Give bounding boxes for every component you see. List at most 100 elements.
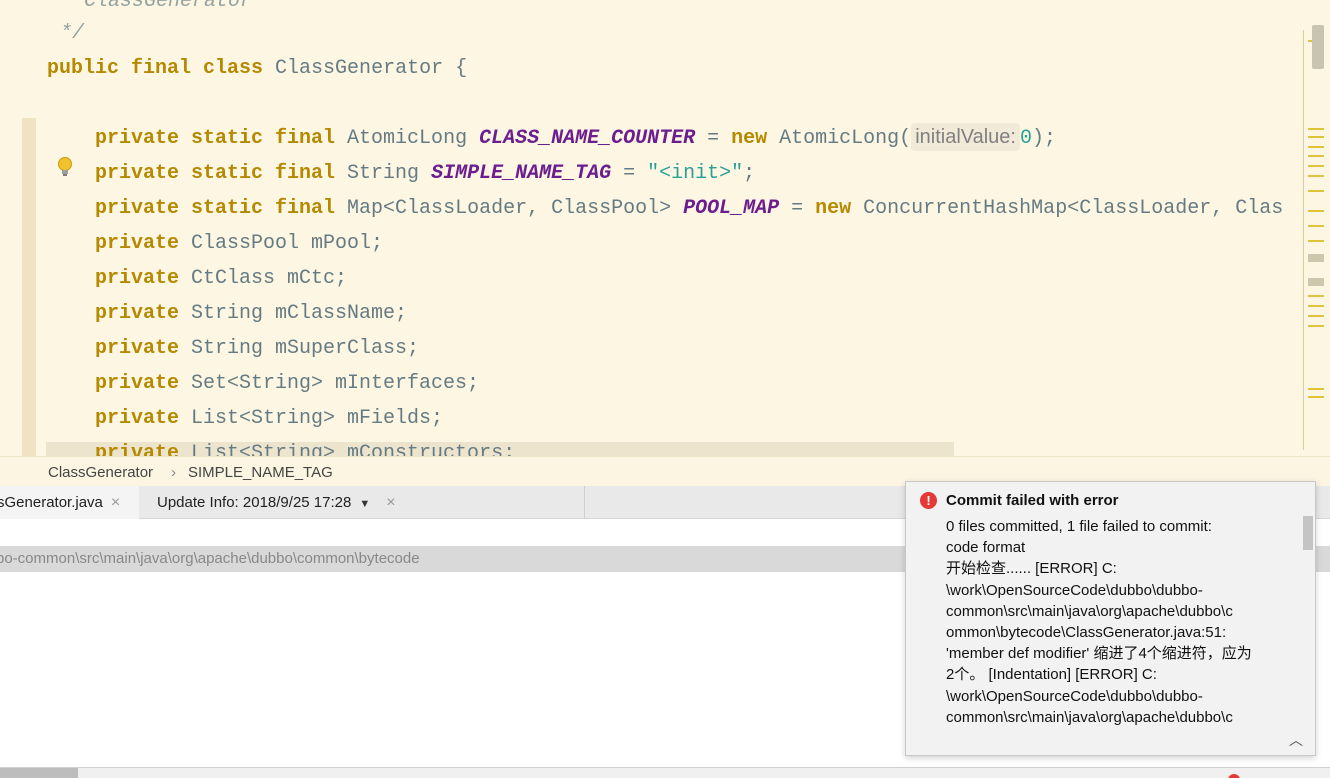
code-line-name-tag: private static final String SIMPLE_NAME_…: [0, 156, 755, 191]
commit-error-notification[interactable]: ! Commit failed with error 0 files commi…: [905, 481, 1316, 756]
code-token: * ClassGenerator: [48, 0, 253, 13]
tab-label: Update Info: 2018/9/25 17:28: [157, 494, 352, 511]
notification-scrollbar[interactable]: [1303, 516, 1313, 550]
code-token: private: [95, 267, 192, 290]
notification-line: \work\OpenSourceCode\dubbo\dubbo-: [946, 581, 1203, 599]
code-token: private: [95, 407, 192, 430]
notification-line: \work\OpenSourceCode\dubbo\dubbo-: [946, 687, 1203, 705]
code-token: String mSuperClass;: [191, 337, 420, 360]
stripe-mark[interactable]: [1308, 190, 1324, 192]
code-line-counter: private static final AtomicLong CLASS_NA…: [0, 121, 1056, 156]
code-token: AtomicLong: [347, 127, 480, 150]
code-token: new: [731, 127, 780, 150]
stripe-mark[interactable]: [1308, 396, 1324, 398]
notification-line: ommon\bytecode\ClassGenerator.java:51:: [946, 624, 1227, 642]
code-editor[interactable]: * ClassGenerator */ public final class C…: [0, 0, 1330, 456]
code-token: 0: [1020, 127, 1033, 150]
code-token: SIMPLE_NAME_TAG: [431, 162, 612, 185]
breadcrumb-member[interactable]: SIMPLE_NAME_TAG: [188, 464, 333, 481]
code-token: private: [95, 372, 192, 395]
stripe-mark[interactable]: [1308, 175, 1324, 177]
editor-scrollbar[interactable]: [1312, 25, 1324, 69]
code-token: );: [1032, 127, 1057, 150]
code-token: List<String> mFields;: [191, 407, 444, 430]
stripe-mark[interactable]: [1308, 210, 1324, 212]
tab-update-info[interactable]: Update Info: 2018/9/25 17:28 ▼ ×: [157, 486, 396, 519]
notification-line: 0 files committed, 1 file failed to comm…: [946, 518, 1212, 535]
code-token: private static final: [95, 127, 348, 150]
directory-path: bo-common\src\main\java\org\apache\dubbo…: [0, 550, 420, 567]
code-token: List<String> mConstructors;: [191, 442, 516, 456]
stripe-mark[interactable]: [1308, 146, 1324, 148]
parameter-hint: initialValue:: [911, 123, 1020, 151]
code-line-constructors: private List<String> mConstructors;: [0, 436, 515, 456]
code-token: Set<String> mInterfaces;: [191, 372, 480, 395]
code-token: ClassGenerator {: [275, 57, 468, 80]
code-token: =: [779, 197, 816, 220]
stripe-mark[interactable]: [1308, 305, 1324, 307]
code-token: private: [95, 232, 192, 255]
close-icon[interactable]: ×: [111, 494, 120, 511]
stripe-mark[interactable]: [1308, 240, 1324, 242]
stripe-mark[interactable]: [1308, 155, 1324, 157]
code-token: ClassPool mPool;: [191, 232, 384, 255]
code-line-superclass: private String mSuperClass;: [0, 331, 419, 366]
notification-line: common\src\main\java\org\apache\dubbo\c: [946, 602, 1233, 620]
error-icon: !: [920, 492, 937, 509]
breadcrumb-separator: ›: [171, 464, 176, 481]
code-token: */: [48, 22, 85, 45]
code-token: String: [347, 162, 432, 185]
stripe-mark[interactable]: [1308, 254, 1324, 262]
code-token: CLASS_NAME_COUNTER: [479, 127, 696, 150]
code-token: private: [95, 442, 192, 456]
chevron-down-icon[interactable]: ▼: [359, 498, 370, 510]
code-token: private: [95, 337, 192, 360]
stripe-mark[interactable]: [1308, 136, 1324, 138]
margin-guide: [1303, 30, 1304, 450]
event-log-error-icon[interactable]: [1228, 774, 1240, 778]
notification-line: code format: [946, 539, 1026, 557]
stripe-mark[interactable]: [1308, 225, 1324, 227]
tab-class-generator[interactable]: sGenerator.java ×: [0, 486, 139, 519]
code-token: new: [815, 197, 864, 220]
notification-body: 0 files committed, 1 file failed to comm…: [946, 516, 1294, 726]
code-token: =: [611, 162, 648, 185]
code-line-comment-end: */: [0, 16, 84, 51]
code-token: CtClass mCtc;: [191, 267, 348, 290]
notification-title: Commit failed with error: [946, 492, 1119, 509]
code-token: private static final: [95, 162, 348, 185]
code-token: =: [695, 127, 732, 150]
tab-divider: [584, 486, 585, 519]
notification-line: 'member def modifier' 缩进了4个缩进符，应为: [946, 645, 1252, 663]
breadcrumb-class[interactable]: ClassGenerator: [48, 464, 153, 481]
code-line-pool: private ClassPool mPool;: [0, 226, 383, 261]
code-line-interfaces: private Set<String> mInterfaces;: [0, 366, 479, 401]
code-token: AtomicLong(: [779, 127, 912, 150]
code-line-class-decl: public final class ClassGenerator {: [0, 51, 467, 86]
code-line-classname: private String mClassName;: [0, 296, 407, 331]
stripe-mark[interactable]: [1308, 128, 1324, 130]
notification-line: common\src\main\java\org\apache\dubbo\c: [946, 708, 1233, 726]
code-token: String mClassName;: [191, 302, 408, 325]
notification-line: 2个。 [Indentation] [ERROR] C:: [946, 666, 1157, 684]
stripe-mark[interactable]: [1308, 315, 1324, 317]
code-token: private static final: [95, 197, 348, 220]
stripe-mark[interactable]: [1308, 295, 1324, 297]
code-line-fields: private List<String> mFields;: [0, 401, 443, 436]
stripe-mark[interactable]: [1308, 388, 1324, 390]
collapse-icon[interactable]: ︿: [1289, 730, 1303, 750]
code-line-pool-map: private static final Map<ClassLoader, Cl…: [0, 191, 1283, 226]
code-token: ;: [743, 162, 756, 185]
code-token: Map<ClassLoader, ClassPool>: [347, 197, 684, 220]
stripe-mark[interactable]: [1308, 165, 1324, 167]
code-line-ctc: private CtClass mCtc;: [0, 261, 347, 296]
stripe-mark[interactable]: [1308, 278, 1324, 286]
code-token: "<init>": [647, 162, 744, 185]
status-bar: [0, 767, 1330, 778]
stripe-mark[interactable]: [1308, 325, 1324, 327]
status-bar-widget[interactable]: [0, 768, 78, 778]
close-icon[interactable]: ×: [386, 494, 395, 511]
code-token: private: [95, 302, 192, 325]
code-token: POOL_MAP: [683, 197, 780, 220]
